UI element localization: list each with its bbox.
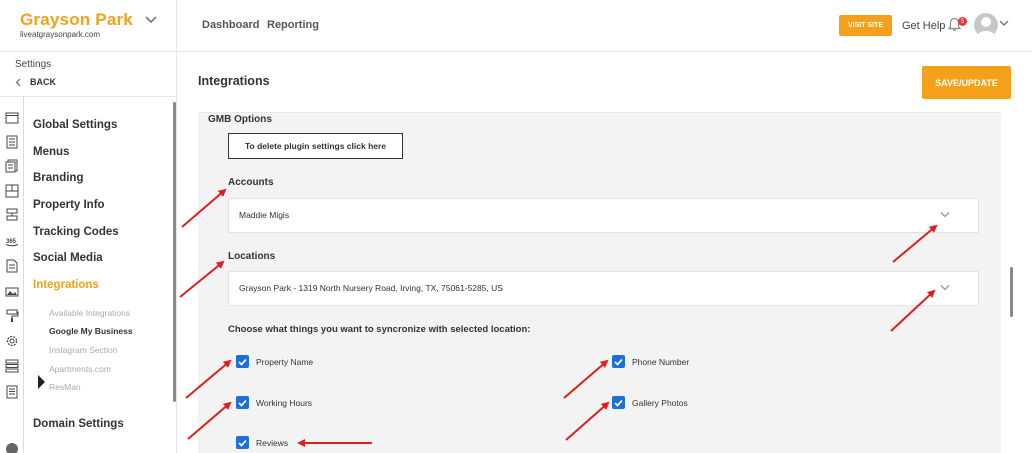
stack-icon[interactable]	[5, 359, 19, 373]
main-content: Integrations SAVE/UPDATE GMB Options To …	[178, 52, 1032, 453]
divider	[0, 96, 177, 97]
layout-icon[interactable]	[5, 184, 19, 198]
submenu-apartments-com[interactable]: Apartments.com	[49, 364, 111, 374]
option-label: Phone Number	[632, 356, 690, 367]
back-button[interactable]: BACK	[15, 77, 56, 87]
user-icon	[977, 17, 995, 37]
sidebar-item-property-info[interactable]: Property Info	[33, 199, 105, 211]
brand-name: Grayson Park	[20, 10, 133, 29]
check-icon	[238, 439, 247, 447]
sync-option-gallery-photos[interactable]: Gallery Photos	[612, 396, 688, 409]
chevron-down-icon[interactable]	[999, 19, 1009, 27]
option-label: Reviews	[256, 437, 289, 448]
chevron-down-icon	[940, 285, 950, 291]
sync-option-property-name[interactable]: Property Name	[236, 355, 313, 368]
check-icon	[238, 358, 247, 366]
submenu-resman[interactable]: ResMan	[49, 382, 81, 392]
locations-label: Locations	[228, 251, 276, 262]
sidebar-item-domain-settings[interactable]: Domain Settings	[33, 418, 124, 430]
page-title: Integrations	[198, 74, 270, 88]
option-label: Working Hours	[256, 397, 313, 408]
brand-switcher[interactable]: Grayson Park liveatgraysonpark.com	[0, 0, 177, 52]
avatar[interactable]	[974, 13, 998, 37]
check-icon	[614, 358, 623, 366]
top-bar: Dashboard Reporting VISIT SITE Get Help …	[177, 0, 1032, 52]
gear-icon[interactable]	[5, 334, 19, 348]
sync-option-working-hours[interactable]: Working Hours	[236, 396, 312, 409]
location-value: Grayson Park - 1319 North Nursery Road, …	[239, 283, 503, 293]
account-value: Maddie Migis	[239, 210, 290, 220]
check-icon	[238, 399, 247, 407]
document-icon[interactable]	[5, 135, 19, 149]
seo-icon[interactable]: 365	[5, 233, 19, 247]
accounts-label: Accounts	[228, 177, 274, 188]
notification-badge: 5	[958, 17, 967, 26]
sidebar-item-social-media[interactable]: Social Media	[33, 252, 103, 264]
brand-url: liveatgraysonpark.com	[20, 30, 101, 39]
sidebar-item-tracking-codes[interactable]: Tracking Codes	[33, 226, 119, 238]
checkbox[interactable]	[236, 355, 249, 368]
sync-instructions: Choose what things you want to syncroniz…	[228, 324, 531, 335]
main-scrollbar[interactable]	[1010, 267, 1013, 317]
image-icon[interactable]	[5, 285, 19, 299]
chevron-down-icon[interactable]	[145, 15, 157, 25]
submenu-google-my-business[interactable]: Google My Business	[49, 326, 133, 336]
sidebar-item-global-settings[interactable]: Global Settings	[33, 119, 117, 131]
nav-reporting[interactable]: Reporting	[267, 19, 319, 31]
delete-settings-button[interactable]: To delete plugin settings click here	[228, 133, 403, 159]
check-icon	[614, 399, 623, 407]
sync-option-reviews[interactable]: Reviews	[236, 436, 288, 449]
sidebar-scrollbar[interactable]	[173, 102, 176, 402]
gmb-options-label: GMB Options	[208, 114, 272, 125]
back-label: BACK	[30, 77, 56, 87]
svg-text:365: 365	[6, 239, 17, 245]
accounts-select[interactable]: Maddie Migis	[228, 198, 979, 233]
chat-icon[interactable]	[6, 443, 18, 453]
option-label: Gallery Photos	[632, 397, 688, 408]
submenu-instagram-section[interactable]: Instagram Section	[49, 345, 118, 355]
locations-select[interactable]: Grayson Park - 1319 North Nursery Road, …	[228, 271, 979, 306]
option-label: Property Name	[256, 356, 314, 367]
submenu-available-integrations[interactable]: Available Integrations	[49, 308, 130, 318]
checkbox[interactable]	[236, 436, 249, 449]
sidebar-item-branding[interactable]: Branding	[33, 172, 83, 184]
save-update-button[interactable]: SAVE/UPDATE	[922, 66, 1011, 99]
sidebar-item-menus[interactable]: Menus	[33, 146, 69, 158]
pages-icon[interactable]	[5, 159, 19, 173]
checkbox[interactable]	[236, 396, 249, 409]
components-icon[interactable]	[5, 208, 19, 222]
visit-site-button[interactable]: VISIT SITE	[839, 15, 892, 36]
get-help-link[interactable]: Get Help	[902, 20, 945, 32]
sync-option-phone-number[interactable]: Phone Number	[612, 355, 689, 368]
chevron-left-icon	[15, 78, 21, 86]
browser-icon[interactable]	[5, 111, 19, 125]
settings-label: Settings	[15, 59, 52, 70]
chevron-down-icon	[940, 212, 950, 218]
active-marker	[38, 375, 45, 389]
brush-icon[interactable]	[5, 309, 19, 323]
sidebar: Settings BACK 365 Global Settings Menus …	[0, 52, 177, 453]
file-icon[interactable]	[5, 259, 19, 273]
doc-lines-icon[interactable]	[5, 385, 19, 399]
checkbox[interactable]	[612, 396, 625, 409]
checkbox[interactable]	[612, 355, 625, 368]
sidebar-item-integrations[interactable]: Integrations	[33, 279, 99, 291]
icon-rail: 365	[0, 97, 24, 453]
nav-dashboard[interactable]: Dashboard	[202, 19, 259, 31]
